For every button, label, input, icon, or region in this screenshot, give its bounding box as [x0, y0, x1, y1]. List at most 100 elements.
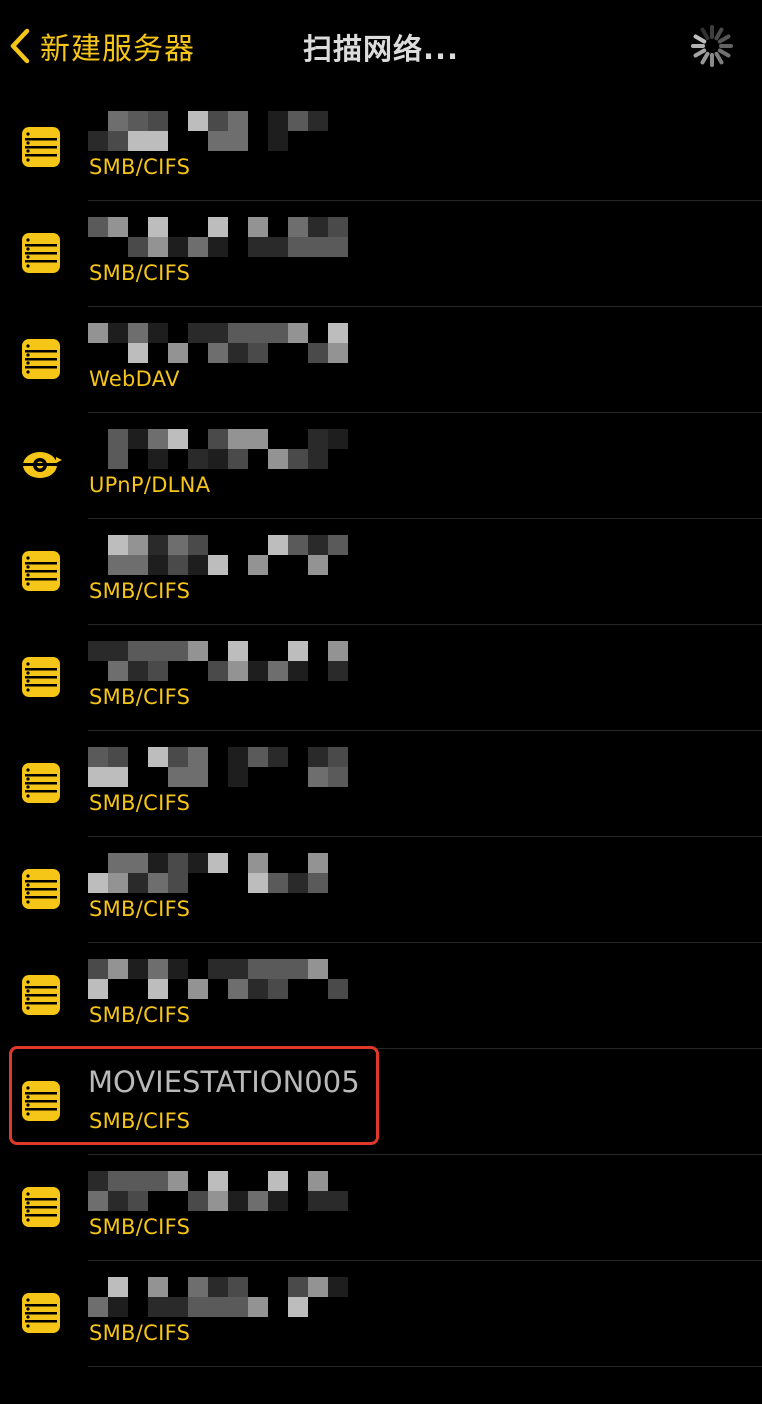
- redaction-pixel: [228, 979, 248, 999]
- redaction-pixel: [228, 661, 248, 681]
- server-row[interactable]: UPnP/DLNA: [23, 413, 762, 519]
- redaction-pixel: [168, 959, 188, 979]
- server-row[interactable]: SMB/CIFS: [22, 731, 762, 837]
- redaction-pixel: [288, 873, 308, 893]
- server-protocol: SMB/CIFS: [89, 791, 191, 815]
- server-protocol: SMB/CIFS: [89, 1109, 191, 1133]
- redaction-pixel: [268, 873, 288, 893]
- redaction-pixel: [188, 641, 208, 661]
- server-row[interactable]: SMB/CIFS: [22, 943, 762, 1049]
- redacted-server-name: [88, 959, 388, 1003]
- redaction-pixel: [148, 661, 168, 681]
- redaction-pixel: [328, 535, 348, 555]
- redaction-pixel: [288, 217, 308, 237]
- redaction-pixel: [328, 979, 348, 999]
- server-protocol: SMB/CIFS: [89, 155, 191, 179]
- page-title: 扫描网络...: [302, 32, 460, 66]
- redaction-pixel: [208, 1191, 228, 1211]
- redaction-pixel: [128, 111, 148, 131]
- redaction-pixel: [208, 343, 228, 363]
- redacted-server-name: [88, 1277, 388, 1321]
- redaction-pixel: [208, 1277, 228, 1297]
- redaction-pixel: [208, 237, 228, 257]
- redaction-pixel: [148, 111, 168, 131]
- redacted-server-name: [88, 1171, 388, 1215]
- server-protocol: SMB/CIFS: [89, 579, 191, 603]
- redaction-pixel: [188, 1277, 208, 1297]
- redacted-server-name: [88, 429, 388, 473]
- redacted-server-name: [88, 853, 388, 897]
- redaction-pixel: [328, 429, 348, 449]
- redaction-pixel: [288, 1297, 308, 1317]
- redaction-pixel: [188, 237, 208, 257]
- redaction-pixel: [268, 449, 288, 469]
- redaction-pixel: [188, 853, 208, 873]
- redaction-pixel: [168, 429, 188, 449]
- redaction-pixel: [248, 661, 268, 681]
- redaction-pixel: [108, 555, 128, 575]
- redaction-pixel: [328, 641, 348, 661]
- server-protocol: WebDAV: [89, 367, 180, 391]
- server-row[interactable]: SMB/CIFS: [22, 625, 762, 731]
- server-row[interactable]: SMB/CIFS: [22, 201, 762, 307]
- redaction-pixel: [108, 111, 128, 131]
- server-stack-icon: [20, 337, 62, 381]
- redaction-pixel: [148, 217, 168, 237]
- redaction-pixel: [248, 873, 268, 893]
- redaction-pixel: [148, 535, 168, 555]
- redaction-pixel: [268, 979, 288, 999]
- redaction-pixel: [88, 1171, 108, 1191]
- redaction-pixel: [228, 747, 248, 767]
- server-protocol: UPnP/DLNA: [89, 473, 211, 497]
- redaction-pixel: [308, 767, 328, 787]
- redaction-pixel: [128, 131, 148, 151]
- redaction-pixel: [88, 979, 108, 999]
- redaction-pixel: [288, 535, 308, 555]
- redaction-pixel: [228, 429, 248, 449]
- redaction-pixel: [308, 1277, 328, 1297]
- redaction-pixel: [288, 661, 308, 681]
- server-row[interactable]: WebDAV: [22, 307, 762, 413]
- server-row[interactable]: SMB/CIFS: [22, 1261, 762, 1367]
- redaction-pixel: [148, 873, 168, 893]
- redaction-pixel: [88, 217, 108, 237]
- redaction-pixel: [168, 641, 188, 661]
- server-row[interactable]: MOVIESTATION005 SMB/CIFS: [22, 1049, 762, 1155]
- redaction-pixel: [168, 1297, 188, 1317]
- server-row[interactable]: SMB/CIFS: [22, 95, 762, 201]
- redaction-pixel: [108, 1277, 128, 1297]
- redaction-pixel: [108, 853, 128, 873]
- redaction-pixel: [108, 217, 128, 237]
- redaction-pixel: [148, 747, 168, 767]
- redaction-pixel: [88, 747, 108, 767]
- redaction-pixel: [248, 1191, 268, 1211]
- redaction-pixel: [88, 131, 108, 151]
- redaction-pixel: [148, 449, 168, 469]
- server-protocol: SMB/CIFS: [89, 1215, 191, 1239]
- server-list: SMB/CIFS SMB/CIFS WebDAV UPnP/DLNA SMB/CIFS S…: [0, 95, 762, 1367]
- redaction-pixel: [288, 959, 308, 979]
- redaction-pixel: [248, 853, 268, 873]
- server-row[interactable]: SMB/CIFS: [22, 837, 762, 943]
- redaction-pixel: [188, 747, 208, 767]
- server-row[interactable]: SMB/CIFS: [22, 1155, 762, 1261]
- redaction-pixel: [108, 449, 128, 469]
- redaction-pixel: [228, 323, 248, 343]
- redaction-pixel: [188, 111, 208, 131]
- redaction-pixel: [128, 1191, 148, 1211]
- redaction-pixel: [268, 323, 288, 343]
- server-stack-icon: [20, 125, 62, 169]
- redaction-pixel: [268, 237, 288, 257]
- redaction-pixel: [268, 1191, 288, 1211]
- server-row[interactable]: SMB/CIFS: [22, 519, 762, 625]
- redaction-pixel: [208, 661, 228, 681]
- redaction-pixel: [228, 343, 248, 363]
- redaction-pixel: [308, 1171, 328, 1191]
- redaction-pixel: [148, 1297, 168, 1317]
- redaction-pixel: [288, 641, 308, 661]
- redaction-pixel: [208, 1171, 228, 1191]
- redaction-pixel: [108, 131, 128, 151]
- redaction-pixel: [308, 217, 328, 237]
- redaction-pixel: [208, 555, 228, 575]
- redaction-pixel: [288, 323, 308, 343]
